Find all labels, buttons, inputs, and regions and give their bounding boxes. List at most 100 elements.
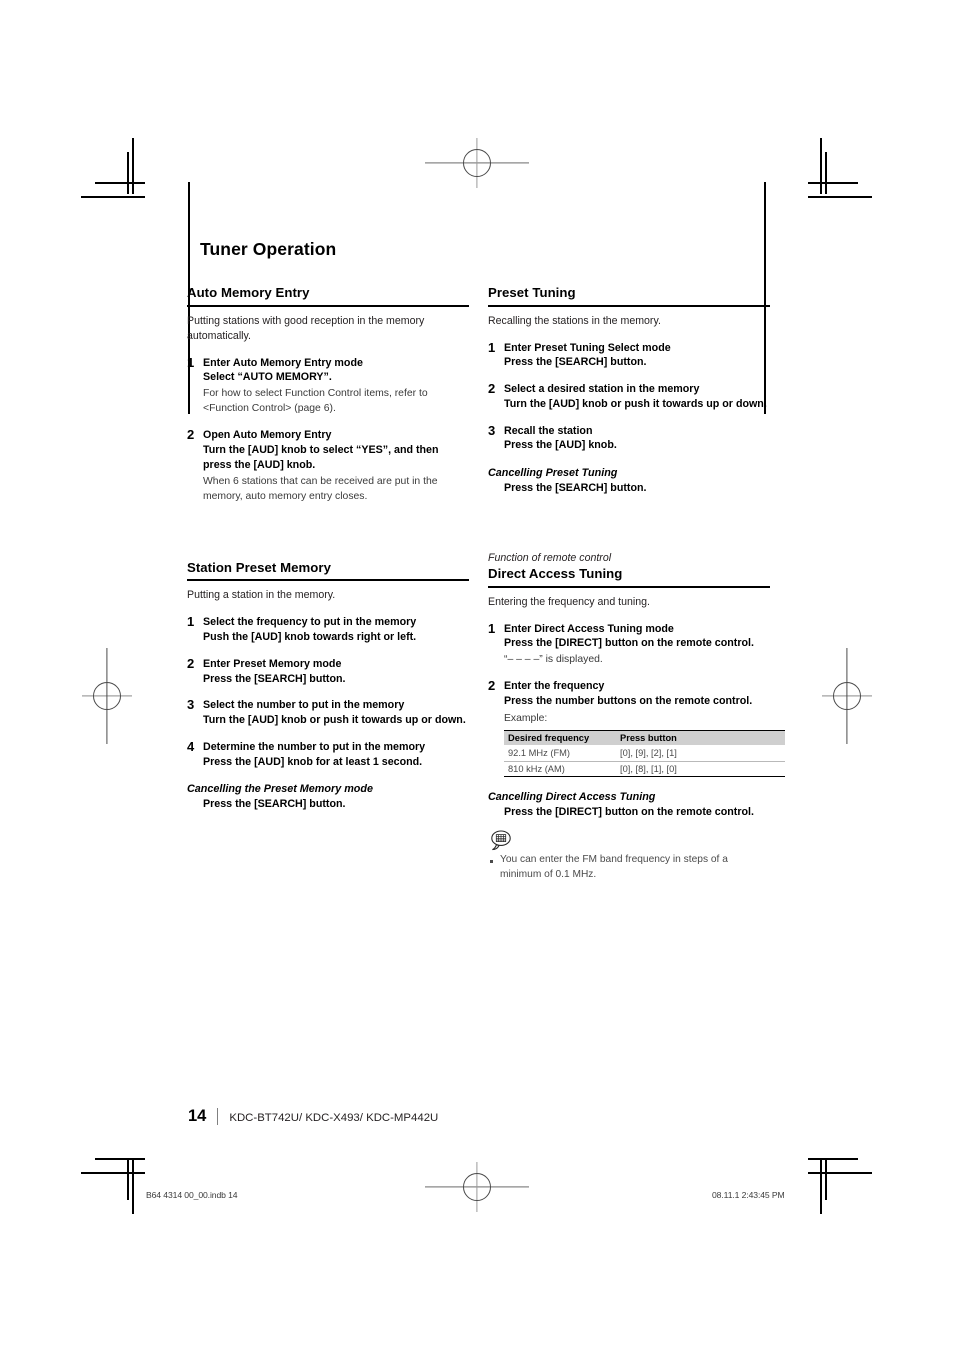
step-number: 1: [187, 614, 195, 630]
table-row: 810 kHz (AM) [0], [8], [1], [0]: [504, 761, 785, 778]
step-note: When 6 stations that can be received are…: [203, 475, 438, 502]
step-item: 4 Determine the number to put in the mem…: [187, 738, 469, 770]
step-item: 1 Enter Auto Memory Entry mode Select “A…: [187, 354, 469, 417]
section-heading: Auto Memory Entry: [187, 285, 469, 307]
step-action: Push the [AUD] knob towards right or lef…: [203, 631, 417, 643]
step-title: Recall the station: [504, 424, 593, 437]
step-action: Press the [AUD] knob for at least 1 seco…: [203, 755, 423, 768]
step-title: Open Auto Memory Entry: [203, 429, 332, 442]
step-item: 2 Select a desired station in the memory…: [488, 381, 770, 412]
footer-divider: [217, 1108, 219, 1125]
step-title: Enter Direct Access Tuning mode: [504, 622, 674, 635]
note-item: You can enter the FM band frequency in s…: [488, 853, 770, 883]
print-file-mark: B64 4314 00_00.indb 14: [146, 1190, 238, 1200]
step-number: 1: [488, 620, 496, 636]
step-title: Enter Preset Memory mode: [203, 657, 342, 670]
step-number: 1: [488, 339, 496, 355]
note-list: You can enter the FM band frequency in s…: [488, 853, 770, 883]
step-number: 2: [187, 427, 195, 443]
step-action: Turn the [AUD] knob or push it towards u…: [203, 714, 466, 727]
memo-note-icon: [491, 830, 511, 851]
section-preset-tuning: Preset Tuning Recalling the stations in …: [488, 285, 770, 496]
step-action: Press the [SEARCH] button.: [203, 672, 346, 685]
section-station-preset-memory: Station Preset Memory Putting a station …: [187, 560, 469, 812]
step-list: 1 Select the frequency to put in the mem…: [187, 614, 469, 770]
page-title: Tuner Operation: [200, 239, 337, 259]
step-note: For how to select Function Control items…: [203, 388, 428, 415]
step-action: Turn the [AUD] knob to select “YES”, and…: [203, 444, 439, 471]
step-number: 1: [187, 354, 195, 370]
step-title: Select the frequency to put in the memor…: [203, 616, 417, 629]
step-title: Determine the number to put in the memor…: [203, 740, 426, 753]
step-title: Select the number to put in the memory: [203, 699, 405, 712]
chapter-title-rule: [188, 232, 190, 266]
step-number: 2: [488, 381, 496, 397]
cancel-block: Cancelling Preset Tuning Press the [SEAR…: [488, 466, 770, 496]
step-note: “– – – –” is displayed.: [504, 654, 603, 666]
section-heading: Station Preset Memory: [187, 560, 469, 582]
table-header-row: Desired frequency Press button: [504, 729, 785, 747]
table-cell-buttons: [0], [9], [2], [1]: [616, 745, 785, 762]
cancel-block: Cancelling the Preset Memory mode Press …: [187, 782, 469, 812]
cancel-heading: Cancelling the Preset Memory mode: [187, 783, 373, 796]
step-item: 3 Select the number to put in the memory…: [187, 697, 469, 728]
footer-model-list: KDC-BT742U/ KDC-X493/ KDC-MP442U: [229, 1112, 439, 1124]
table-cell-buttons: [0], [8], [1], [0]: [616, 761, 785, 778]
step-action: Press the [DIRECT] button on the remote …: [504, 637, 754, 650]
step-title: Enter Preset Tuning Select mode: [504, 341, 671, 354]
step-item: 2 Open Auto Memory Entry Turn the [AUD] …: [187, 427, 469, 503]
step-item: 2 Enter the frequency Press the number b…: [488, 678, 785, 778]
table-header-desired-frequency: Desired frequency: [504, 729, 616, 747]
cancel-block: Cancelling Direct Access Tuning Press th…: [488, 790, 770, 820]
manual-page: Tuner Operation Auto Memory Entry Puttin…: [0, 0, 954, 1350]
step-action: Press the [AUD] knob.: [504, 439, 617, 452]
step-number: 2: [187, 655, 195, 671]
step-item: 3 Recall the station Press the [AUD] kno…: [488, 422, 770, 454]
step-action: Turn the [AUD] knob or push it towards u…: [504, 397, 767, 410]
print-timestamp-mark: 08.11.1 2:43:45 PM: [712, 1190, 785, 1200]
step-number: 3: [488, 422, 496, 438]
step-action: Press the [SEARCH] button.: [504, 356, 647, 369]
section-intro: Entering the frequency and tuning.: [488, 595, 650, 608]
left-column: Auto Memory Entry Putting stations with …: [187, 285, 469, 812]
cancel-heading: Cancelling Direct Access Tuning: [488, 791, 656, 804]
step-title: Select a desired station in the memory: [504, 383, 700, 396]
cancel-body: Press the [SEARCH] button.: [203, 798, 346, 811]
step-list: 1 Enter Direct Access Tuning mode Press …: [488, 620, 785, 778]
section-kicker: Function of remote control: [488, 551, 612, 564]
step-list: 1 Enter Auto Memory Entry mode Select “A…: [187, 354, 469, 504]
step-item: 1 Select the frequency to put in the mem…: [187, 614, 469, 645]
step-item: 1 Enter Preset Tuning Select mode Press …: [488, 339, 770, 371]
table-header-press-button: Press button: [616, 729, 785, 747]
column-spacer: [187, 504, 469, 560]
step-number: 4: [187, 738, 195, 754]
cancel-body: Press the [SEARCH] button.: [504, 482, 647, 495]
step-number: 2: [488, 678, 496, 694]
example-label: Example:: [504, 712, 548, 724]
step-title: Enter the frequency: [504, 680, 605, 693]
cancel-heading: Cancelling Preset Tuning: [488, 467, 618, 480]
section-direct-access-tuning: Function of remote control Direct Access…: [488, 551, 785, 883]
section-intro: Putting stations with good reception in …: [187, 314, 425, 342]
frequency-example-table: Desired frequency Press button 92.1 MHz …: [504, 729, 785, 778]
section-intro: Putting a station in the memory.: [187, 589, 336, 602]
table-cell-frequency: 92.1 MHz (FM): [504, 745, 616, 762]
table-row: 92.1 MHz (FM) [0], [9], [2], [1]: [504, 745, 785, 762]
section-intro: Recalling the stations in the memory.: [488, 314, 661, 327]
section-auto-memory-entry: Auto Memory Entry Putting stations with …: [187, 285, 469, 504]
page-footer: 14 KDC-BT742U/ KDC-X493/ KDC-MP442U: [188, 1108, 438, 1125]
step-item: 2 Enter Preset Memory mode Press the [SE…: [187, 655, 469, 687]
step-action: Press the number buttons on the remote c…: [504, 694, 753, 707]
table-cell-frequency: 810 kHz (AM): [504, 761, 616, 778]
step-item: 1 Enter Direct Access Tuning mode Press …: [488, 620, 770, 668]
section-heading: Direct Access Tuning: [488, 566, 770, 588]
step-action: Select “AUTO MEMORY”.: [203, 371, 332, 384]
step-number: 3: [187, 697, 195, 713]
right-column: Preset Tuning Recalling the stations in …: [488, 285, 785, 883]
step-title: Enter Auto Memory Entry mode: [203, 356, 363, 369]
step-list: 1 Enter Preset Tuning Select mode Press …: [488, 339, 770, 454]
column-spacer: [488, 496, 770, 552]
footer-page-number: 14: [188, 1107, 207, 1125]
section-heading: Preset Tuning: [488, 285, 770, 307]
cancel-body: Press the [DIRECT] button on the remote …: [504, 806, 754, 819]
